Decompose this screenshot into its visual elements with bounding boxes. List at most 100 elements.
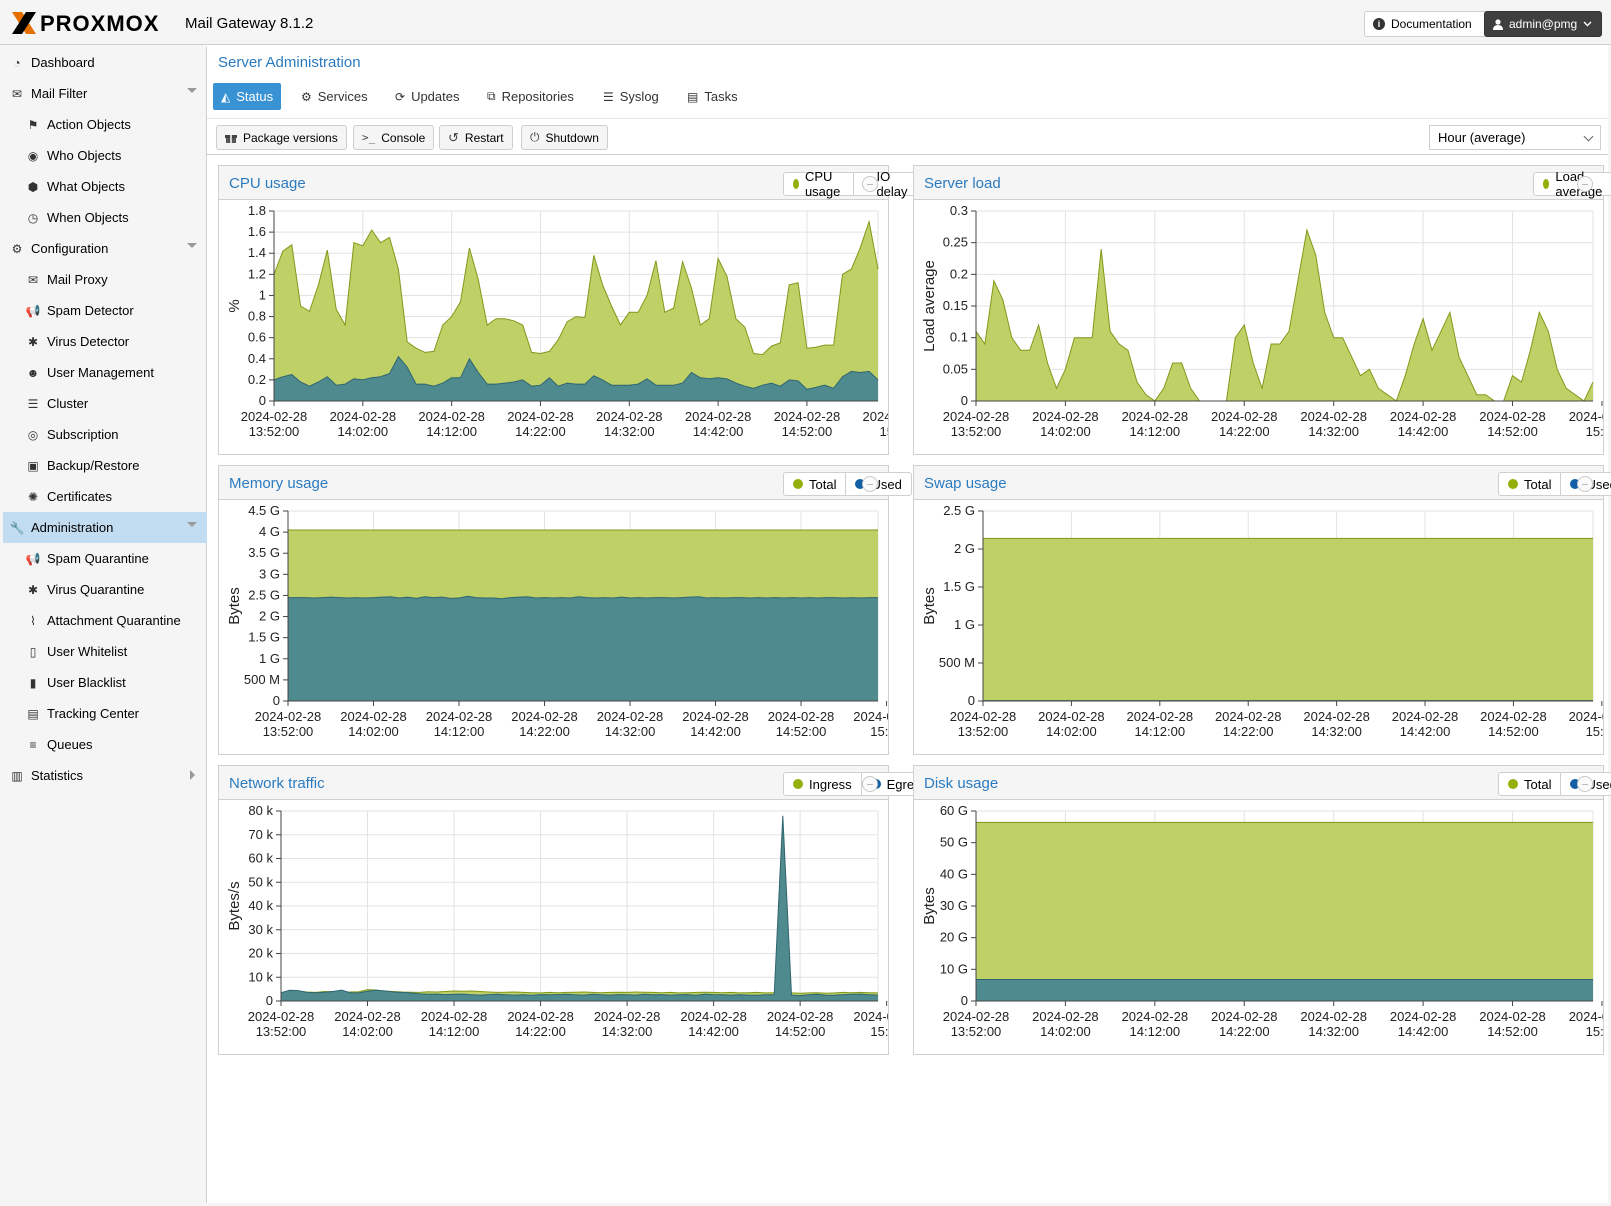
legend-item-cpu-usage[interactable]: CPU usage	[784, 169, 853, 199]
sidebar-item-queues[interactable]: ≡ Queues	[3, 729, 207, 760]
sidebar-item-spam-detector[interactable]: 📢 Spam Detector	[3, 295, 207, 326]
tab-repositories[interactable]: ⧉ Repositories	[479, 83, 582, 110]
x-tick-time: 15:01	[1586, 424, 1603, 439]
x-tick-label: 2024-02-2813:52:00	[950, 709, 1017, 739]
collapse-panel-icon[interactable]	[1577, 476, 1593, 492]
collapse-panel-icon[interactable]	[862, 776, 878, 792]
x-tick-label: 2024-02-2813:52:00	[943, 409, 1010, 439]
legend-item-total[interactable]: Total	[1499, 773, 1560, 795]
sidebar-item-certificates[interactable]: ✺ Certificates	[3, 481, 207, 512]
panel-header: Disk usage TotalUsed	[914, 766, 1611, 800]
x-tick-label: 2024-02-2814:32:00	[1300, 409, 1367, 439]
sidebar-item-mail-filter[interactable]: ✉ Mail Filter	[3, 78, 207, 109]
envelope-outline-icon: ✉	[27, 272, 39, 287]
x-tick-date: 2024-02-28	[1390, 409, 1457, 424]
cpu-chart: 00.20.40.60.811.21.41.61.8%2024-02-2813:…	[226, 203, 888, 439]
x-tick-label: 2024-02-2813:52:00	[943, 1009, 1010, 1039]
tab-syslog[interactable]: ☰ Syslog	[595, 83, 667, 110]
panel-header: Server load Load average	[914, 166, 1611, 200]
chevron-down-icon[interactable]	[187, 522, 197, 527]
documentation-button[interactable]: i Documentation	[1364, 11, 1487, 37]
console-button[interactable]: >_ Console	[353, 125, 435, 150]
sidebar-item-user-blacklist[interactable]: ▮ User Blacklist	[3, 667, 207, 698]
sidebar-item-what-objects[interactable]: ⬢ What Objects	[3, 171, 207, 202]
y-tick-label: 1.4	[248, 245, 266, 260]
collapse-panel-icon[interactable]	[862, 176, 878, 192]
tab-updates[interactable]: ⟳ Updates	[387, 83, 467, 110]
y-tick-label: 1	[259, 287, 266, 302]
tab-services[interactable]: ⚙ Services	[293, 83, 376, 110]
chevron-down-icon[interactable]	[187, 88, 197, 93]
sidebar-item-label: Configuration	[31, 241, 109, 256]
y-tick-label: 1.5 G	[248, 630, 280, 645]
load-chart: 0 0.05 0.1 0.15 0.2 0.25 0.3 Load average 2024-0…	[921, 203, 1603, 439]
tab-status[interactable]: ◭ Status	[213, 83, 282, 110]
x-tick-label: 2024-02-2814:12:00	[1122, 1009, 1189, 1039]
collapse-panel-icon[interactable]	[862, 476, 878, 492]
x-tick-time: 14:02:00	[1040, 1024, 1091, 1039]
chevron-down-icon	[1583, 21, 1592, 27]
x-tick-date: 2024-02-28	[767, 1009, 834, 1024]
x-tick-time: 14:22:00	[1219, 1024, 1270, 1039]
sidebar-item-mail-proxy[interactable]: ✉ Mail Proxy	[3, 264, 207, 295]
sidebar-item-cluster[interactable]: ☰ Cluster	[3, 388, 207, 419]
chevron-down-icon	[1583, 131, 1594, 142]
sidebar-item-user-whitelist[interactable]: ▯ User Whitelist	[3, 636, 207, 667]
sidebar-item-backup-restore[interactable]: ▣ Backup/Restore	[3, 450, 207, 481]
timeframe-value: Hour (average)	[1438, 130, 1526, 145]
sidebar-item-configuration[interactable]: ⚙ Configuration	[3, 233, 207, 264]
x-tick-time: 14:42:00	[1398, 424, 1449, 439]
sidebar-item-when-objects[interactable]: ◷ When Objects	[3, 202, 207, 233]
legend-label: Ingress	[809, 776, 852, 792]
chevron-right-icon[interactable]	[190, 770, 195, 780]
shutdown-button[interactable]: ⏻ Shutdown	[521, 125, 608, 150]
proxmox-logo[interactable]: PROXMOX	[10, 10, 180, 36]
sidebar-item-dashboard[interactable]: ◔ Dashboard	[3, 47, 207, 78]
sidebar-item-spam-quarantine[interactable]: 📢 Spam Quarantine	[3, 543, 207, 574]
support-icon: ◎	[27, 427, 39, 442]
x-tick-date: 2024-02-28	[1569, 709, 1603, 724]
floppy-icon: ▣	[27, 458, 39, 473]
legend-item-used[interactable]: Used	[845, 473, 910, 495]
sidebar-item-statistics[interactable]: ▥ Statistics	[3, 760, 207, 791]
sidebar-item-tracking-center[interactable]: ▤ Tracking Center	[3, 698, 207, 729]
bullhorn-icon: 📢	[25, 303, 41, 318]
y-tick-label: 4.5 G	[248, 503, 280, 518]
sidebar-item-who-objects[interactable]: ◉ Who Objects	[3, 140, 207, 171]
legend-item-ingress[interactable]: Ingress	[784, 773, 861, 795]
sidebar-item-subscription[interactable]: ◎ Subscription	[3, 419, 207, 450]
chevron-down-icon[interactable]	[187, 243, 197, 248]
collapse-panel-icon[interactable]	[1577, 776, 1593, 792]
x-tick-time: 14:02:00	[338, 424, 389, 439]
x-tick-date: 2024-02-28	[943, 1009, 1010, 1024]
timeframe-select[interactable]: Hour (average)	[1429, 125, 1601, 150]
package-versions-button[interactable]: Package versions	[216, 125, 347, 150]
sidebar-item-virus-quarantine[interactable]: ✱ Virus Quarantine	[3, 574, 207, 605]
tab-label: Syslog	[619, 89, 659, 104]
network-traffic-panel: Network traffic Ingress Egress 0 10 k 20 k 30 …	[218, 765, 938, 1055]
logo-text: PROXMOX	[40, 11, 159, 36]
x-tick-label: 2024-02-2814:42:00	[685, 409, 752, 439]
y-tick-label: 0.1	[950, 330, 968, 345]
y-tick-label: 50 G	[940, 835, 968, 850]
legend-item-load-average[interactable]: Load average	[1534, 169, 1611, 199]
restart-button[interactable]: ↺ Restart	[439, 125, 513, 150]
x-tick-time: 14:32:00	[1308, 424, 1359, 439]
user-menu-button[interactable]: admin@pmg	[1484, 11, 1602, 37]
sidebar-item-virus-detector[interactable]: ✱ Virus Detector	[3, 326, 207, 357]
collapse-panel-icon[interactable]	[1577, 176, 1593, 192]
x-tick-date: 2024-02-28	[1215, 709, 1282, 724]
tab-tasks[interactable]: ▤ Tasks	[679, 83, 746, 110]
legend-item-total[interactable]: Total	[784, 473, 845, 495]
sidebar-item-administration[interactable]: 🔧 Administration	[3, 512, 207, 543]
sidebar-item-attachment-quarantine[interactable]: ⌇ Attachment Quarantine	[3, 605, 207, 636]
y-tick-label: 2.5 G	[248, 587, 280, 602]
x-tick-label: 2024-02-2814:52:00	[1480, 709, 1547, 739]
sidebar-item-user-management[interactable]: ☻ User Management	[3, 357, 207, 388]
panel-title: Memory usage	[229, 475, 329, 492]
legend-swatch	[1508, 779, 1518, 789]
gears-icon: ⚙	[301, 89, 312, 104]
legend-item-total[interactable]: Total	[1499, 473, 1560, 495]
sidebar-item-action-objects[interactable]: ⚑ Action Objects	[3, 109, 207, 140]
undo-icon: ↺	[448, 129, 459, 145]
